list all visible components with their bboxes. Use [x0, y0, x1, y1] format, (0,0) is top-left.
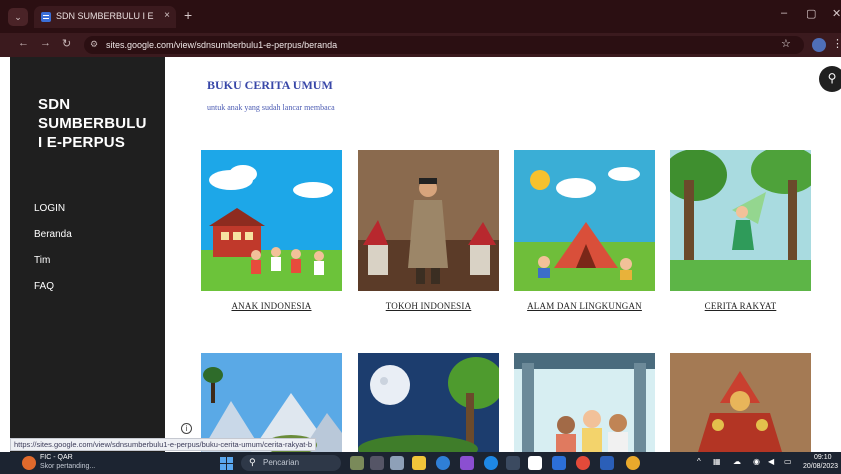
- site-search-button[interactable]: ⚲: [819, 66, 841, 92]
- windows-start-icon[interactable]: [220, 457, 233, 470]
- bookmark-star-icon[interactable]: ☆: [781, 37, 791, 50]
- site-title[interactable]: SDN SUMBERBULU I E-PERPUS: [38, 95, 153, 152]
- windows-taskbar: FIC - QAR Skor pertanding... ⚲ Pencarian…: [0, 452, 841, 474]
- tab-title: SDN SUMBERBULU I E PERPUS: [56, 11, 154, 21]
- browser-toolbar: ← → ↻ ⚙ sites.google.com/view/sdnsumberb…: [0, 33, 841, 57]
- page-title: BUKU CERITA UMUM: [207, 78, 333, 92]
- card-caption-cerita-rakyat[interactable]: CERITA RAKYAT: [670, 301, 811, 311]
- camping-kids-illustration: [514, 150, 655, 291]
- taskbar-chrome-profile-icon[interactable]: [626, 456, 640, 470]
- taskbar-edge-icon[interactable]: [484, 456, 498, 470]
- sidebar-item-login[interactable]: LOGIN: [34, 203, 65, 214]
- tab-close-icon[interactable]: ×: [164, 10, 170, 21]
- window-restore-button[interactable]: ▢: [806, 7, 816, 20]
- taskbar-search-box[interactable]: ⚲ Pencarian: [241, 455, 341, 471]
- news-widget-icon[interactable]: [22, 456, 36, 470]
- taskbar-app-arrow-icon[interactable]: [552, 456, 566, 470]
- google-sites-favicon-icon: [41, 12, 51, 22]
- tray-network-app-icon[interactable]: ▦: [713, 457, 721, 466]
- card-image-anak-indonesia[interactable]: [201, 150, 342, 291]
- wifi-icon[interactable]: ◉: [753, 457, 760, 466]
- forest-fairy-illustration: [670, 150, 811, 291]
- school-children-illustration: [201, 150, 342, 291]
- tab-search-button[interactable]: ⌄: [8, 8, 28, 26]
- card-image-alam-dan-lingkungan[interactable]: [514, 150, 655, 291]
- page-subtitle: untuk anak yang sudah lancar membaca: [207, 103, 335, 112]
- url-text[interactable]: sites.google.com/view/sdnsumberbulu1-e-p…: [106, 40, 337, 50]
- tray-cloud-icon[interactable]: ☁: [733, 457, 741, 466]
- taskbar-clock-date[interactable]: 20/08/2023: [803, 463, 838, 470]
- card-image-tokoh-indonesia[interactable]: [358, 150, 499, 291]
- window-minimize-button[interactable]: –: [781, 7, 787, 19]
- battery-icon[interactable]: ▭: [784, 457, 792, 466]
- taskbar-app-file-icon[interactable]: [390, 456, 404, 470]
- taskbar-app-taskview-icon[interactable]: [370, 456, 384, 470]
- browser-tab[interactable]: SDN SUMBERBULU I E PERPUS ×: [34, 6, 176, 28]
- card-image-row2-4[interactable]: [670, 353, 811, 452]
- site-sidebar: SDN SUMBERBULU I E-PERPUS LOGIN Beranda …: [10, 57, 165, 452]
- national-hero-illustration: [358, 150, 499, 291]
- window-close-button[interactable]: ✕: [832, 7, 841, 20]
- back-arrow-icon[interactable]: ←: [18, 37, 29, 49]
- widget-title[interactable]: FIC - QAR: [40, 454, 73, 461]
- card-caption-alam-dan-lingkungan[interactable]: ALAM DAN LINGKUNGAN: [514, 301, 655, 311]
- reload-icon[interactable]: ↻: [62, 37, 71, 50]
- taskbar-app-dark-icon[interactable]: [506, 456, 520, 470]
- browser-menu-icon[interactable]: ⋮: [832, 37, 841, 50]
- address-bar[interactable]: ⚙ sites.google.com/view/sdnsumberbulu1-e…: [84, 36, 804, 54]
- taskbar-chrome-icon[interactable]: [576, 456, 590, 470]
- new-tab-button[interactable]: +: [184, 7, 192, 23]
- page-margin: [0, 57, 10, 452]
- sidebar-item-tim[interactable]: Tim: [34, 255, 50, 266]
- forward-arrow-icon[interactable]: →: [40, 37, 51, 49]
- search-icon: ⚲: [249, 457, 256, 467]
- taskbar-search-placeholder[interactable]: Pencarian: [263, 458, 299, 467]
- site-info-icon[interactable]: ⚙: [90, 39, 98, 50]
- card-image-cerita-rakyat[interactable]: [670, 150, 811, 291]
- taskbar-app-widget-icon[interactable]: [350, 456, 364, 470]
- taskbar-app-blue-icon[interactable]: [436, 456, 450, 470]
- link-status-bar: https://sites.google.com/view/sdnsumberb…: [10, 438, 317, 451]
- profile-avatar[interactable]: [812, 38, 826, 52]
- sidebar-item-faq[interactable]: FAQ: [34, 281, 54, 292]
- volume-icon[interactable]: ◀: [768, 457, 774, 466]
- tray-overflow-icon[interactable]: ^: [697, 457, 701, 466]
- taskbar-clock-time[interactable]: 09:10: [814, 454, 832, 461]
- traditional-dancer-illustration: [670, 353, 811, 452]
- sidebar-item-beranda[interactable]: Beranda: [34, 229, 72, 240]
- family-indoor-illustration: [514, 353, 655, 452]
- card-caption-anak-indonesia[interactable]: ANAK INDONESIA: [201, 301, 342, 311]
- taskbar-file-explorer-icon[interactable]: [412, 456, 426, 470]
- info-icon[interactable]: i: [181, 423, 192, 434]
- card-image-row2-3[interactable]: [514, 353, 655, 452]
- night-moon-forest-illustration: [358, 353, 499, 452]
- browser-tab-bar: ⌄ SDN SUMBERBULU I E PERPUS × + – ▢ ✕: [0, 0, 841, 33]
- taskbar-app-purple-icon[interactable]: [460, 456, 474, 470]
- widget-subtitle[interactable]: Skor pertanding...: [40, 463, 95, 470]
- card-caption-tokoh-indonesia[interactable]: TOKOH INDONESIA: [358, 301, 499, 311]
- taskbar-word-icon[interactable]: [600, 456, 614, 470]
- taskbar-store-icon[interactable]: [528, 456, 542, 470]
- card-image-row2-2[interactable]: [358, 353, 499, 452]
